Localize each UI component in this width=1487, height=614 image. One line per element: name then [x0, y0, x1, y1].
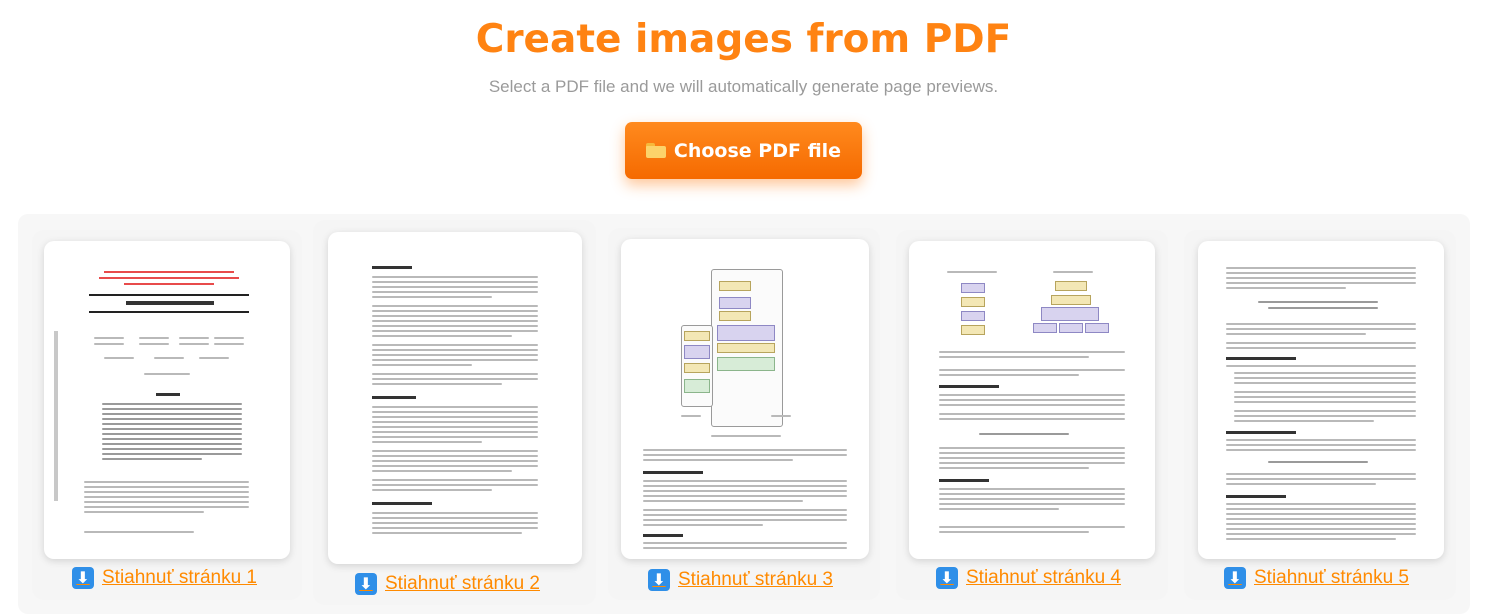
- download-page-1-label: Stiahnuť stránku 1: [102, 567, 257, 588]
- download-page-2-label: Stiahnuť stránku 2: [385, 573, 540, 594]
- page-preview-1: [44, 241, 290, 559]
- page-subtitle: Select a PDF file and we will automatica…: [488, 77, 999, 96]
- download-page-1-link[interactable]: ⬇ Stiahnuť stránku 1: [72, 567, 257, 589]
- page-card-4: ⬇ Stiahnuť stránku 4: [896, 230, 1168, 600]
- page-preview-4: [909, 241, 1155, 559]
- choose-pdf-button[interactable]: Choose PDF file: [625, 122, 862, 179]
- choose-pdf-label: Choose PDF file: [673, 139, 842, 162]
- page-card-5: ⬇ Stiahnuť stránku 5: [1184, 230, 1456, 600]
- folder-icon: [645, 143, 666, 158]
- download-page-4-label: Stiahnuť stránku 4: [966, 567, 1121, 588]
- page-preview-2: [328, 232, 582, 564]
- download-icon: ⬇: [72, 567, 94, 589]
- download-icon: ⬇: [355, 573, 377, 595]
- page-preview-5: [1198, 241, 1444, 559]
- page-preview-3: [621, 239, 869, 559]
- download-page-5-label: Stiahnuť stránku 5: [1254, 567, 1409, 588]
- page-title: Create images from PDF: [475, 17, 1012, 62]
- download-page-3-label: Stiahnuť stránku 3: [678, 569, 833, 590]
- page-card-1: ⬇ Stiahnuť stránku 1: [32, 230, 302, 600]
- page-card-3: ⬇ Stiahnuť stránku 3: [608, 228, 880, 600]
- download-page-2-link[interactable]: ⬇ Stiahnuť stránku 2: [355, 573, 540, 595]
- download-page-5-link[interactable]: ⬇ Stiahnuť stránku 5: [1224, 567, 1409, 589]
- download-page-4-link[interactable]: ⬇ Stiahnuť stránku 4: [936, 567, 1121, 589]
- download-icon: ⬇: [1224, 567, 1246, 589]
- page-card-2: ⬇ Stiahnuť stránku 2: [313, 220, 596, 605]
- download-icon: ⬇: [936, 567, 958, 589]
- download-icon: ⬇: [648, 569, 670, 591]
- download-page-3-link[interactable]: ⬇ Stiahnuť stránku 3: [648, 569, 833, 591]
